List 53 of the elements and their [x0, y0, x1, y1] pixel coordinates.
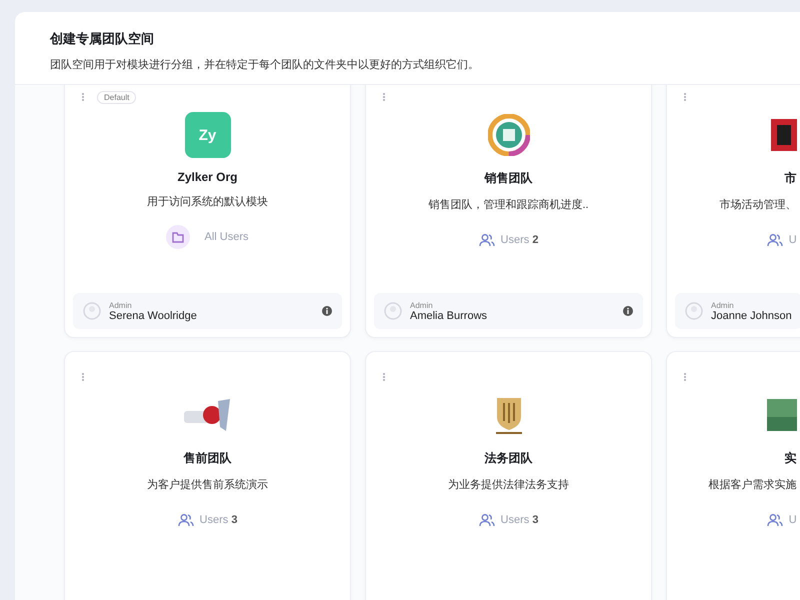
team-logo: Zy	[184, 112, 230, 158]
info-icon[interactable]	[623, 306, 633, 316]
admin-label: Admin	[109, 300, 133, 310]
team-description: 销售团队，管理和跟踪商机进度..	[428, 198, 589, 212]
team-name: 实	[784, 450, 797, 467]
team-card[interactable]: 市 市场活动管理、 U Admin Joanne Johnson	[666, 85, 800, 338]
team-card[interactable]: 售前团队 为客户提供售前系统演示 Users 3	[64, 351, 351, 600]
drag-handle-icon	[382, 372, 386, 382]
users-count: Users 2	[500, 234, 538, 246]
admin-name: Serena Woolridge	[109, 310, 198, 322]
team-description: 用于访问系统的默认模块	[147, 194, 268, 209]
users-count: U	[788, 234, 797, 246]
team-name: 市	[784, 170, 797, 187]
drag-handle-icon	[683, 92, 687, 102]
default-badge: Default	[97, 90, 136, 104]
info-icon[interactable]	[322, 306, 332, 316]
team-description: 市场活动管理、	[720, 198, 797, 212]
team-card[interactable]: 实 根据客户需求实施 U	[666, 351, 800, 600]
users-count: Users 3	[200, 514, 238, 526]
users-icon	[478, 233, 495, 247]
avatar-icon	[384, 302, 402, 320]
users-count: Users 3	[500, 514, 538, 526]
team-card[interactable]: Default Zy Zylker Org 用于访问系统的默认模块 All Users Admin Serena Woolridge	[64, 85, 351, 338]
team-name: 售前团队	[184, 450, 232, 467]
admin-label: Admin	[410, 300, 434, 310]
admin-label: Admin	[711, 300, 735, 310]
team-card[interactable]: 法务团队 为业务提供法律法务支持 Users 3	[365, 351, 652, 600]
team-description: 为客户提供售前系统演示	[147, 478, 268, 492]
avatar-icon	[83, 302, 101, 320]
team-name: 销售团队	[484, 170, 532, 187]
users-icon	[178, 513, 194, 527]
section-description: 团队空间用于对模块进行分组，并在特定于每个团队的文件夹中以更好的方式组织它们。	[50, 58, 480, 72]
team-card[interactable]: 销售团队 销售团队，管理和跟踪商机进度.. Users 2 Admin Amelia Burrows	[365, 85, 652, 338]
photo-placeholder	[766, 399, 797, 431]
avatar-icon	[685, 302, 703, 320]
folder-icon	[172, 231, 184, 243]
users-count: U	[788, 514, 797, 526]
drag-handle-icon	[683, 372, 687, 382]
users-icon	[478, 513, 495, 527]
team-description: 根据客户需求实施	[708, 478, 797, 492]
users-icon	[766, 513, 783, 527]
drag-handle-icon	[382, 92, 386, 102]
section-title: 创建专属团队空间	[50, 30, 155, 48]
admin-name: Joanne Johnson	[711, 310, 792, 322]
team-name: Zylker Org	[177, 170, 238, 184]
ring-logo-icon	[488, 114, 530, 156]
admin-name: Amelia Burrows	[410, 310, 488, 322]
drag-handle-icon	[81, 92, 85, 102]
team-description: 为业务提供法律法务支持	[448, 478, 569, 492]
drag-handle-icon	[81, 372, 85, 382]
users-icon	[766, 233, 783, 247]
team-name: 法务团队	[484, 450, 532, 467]
users-label: All Users	[204, 231, 248, 243]
